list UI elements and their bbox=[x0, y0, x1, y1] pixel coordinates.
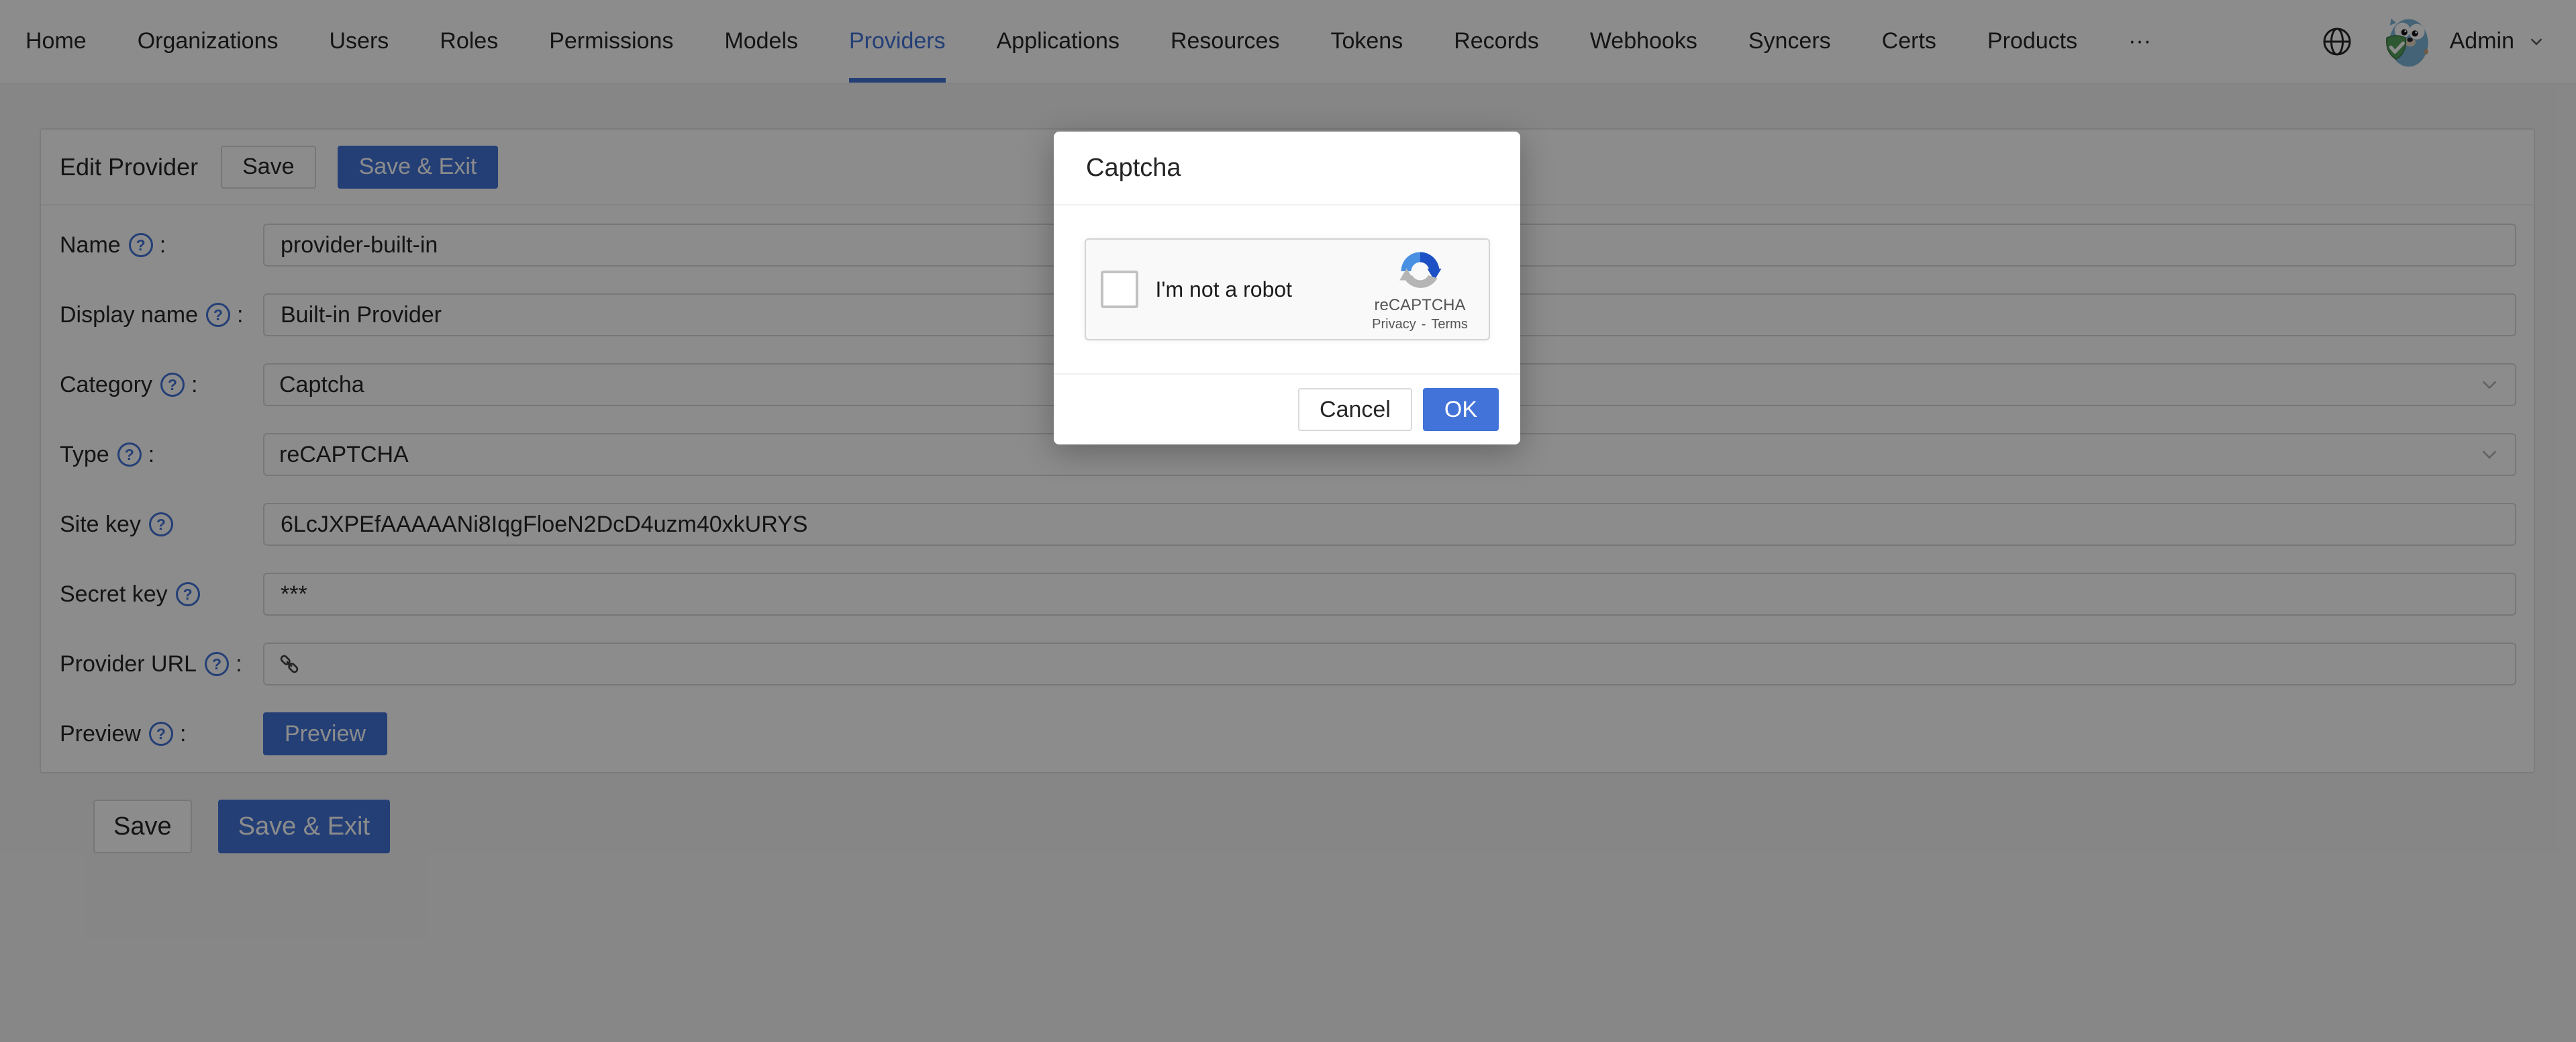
cancel-button[interactable]: Cancel bbox=[1298, 388, 1412, 431]
recaptcha-privacy-link[interactable]: Privacy bbox=[1372, 317, 1416, 332]
captcha-modal-title: Captcha bbox=[1086, 154, 1181, 183]
captcha-modal-body: I'm not a robot reCAPTCHA Privacy - Term… bbox=[1054, 205, 1520, 373]
recaptcha-terms-link[interactable]: Terms bbox=[1431, 317, 1467, 332]
captcha-modal: Captcha I'm not a robot reCAPTCHA Privac… bbox=[1054, 132, 1520, 444]
recaptcha-links-separator: - bbox=[1422, 317, 1426, 332]
ok-button[interactable]: OK bbox=[1423, 388, 1499, 431]
recaptcha-checkbox[interactable] bbox=[1101, 271, 1138, 308]
recaptcha-widget: I'm not a robot reCAPTCHA Privacy - Term… bbox=[1085, 238, 1490, 340]
recaptcha-checkbox-label: I'm not a robot bbox=[1156, 277, 1293, 302]
recaptcha-branding: reCAPTCHA Privacy - Terms bbox=[1367, 247, 1474, 332]
captcha-modal-header: Captcha bbox=[1054, 132, 1520, 205]
captcha-modal-footer: Cancel OK bbox=[1054, 373, 1520, 444]
recaptcha-links: Privacy - Terms bbox=[1372, 317, 1468, 332]
recaptcha-logo-icon bbox=[1396, 247, 1444, 295]
recaptcha-brand-text: reCAPTCHA bbox=[1374, 296, 1465, 315]
